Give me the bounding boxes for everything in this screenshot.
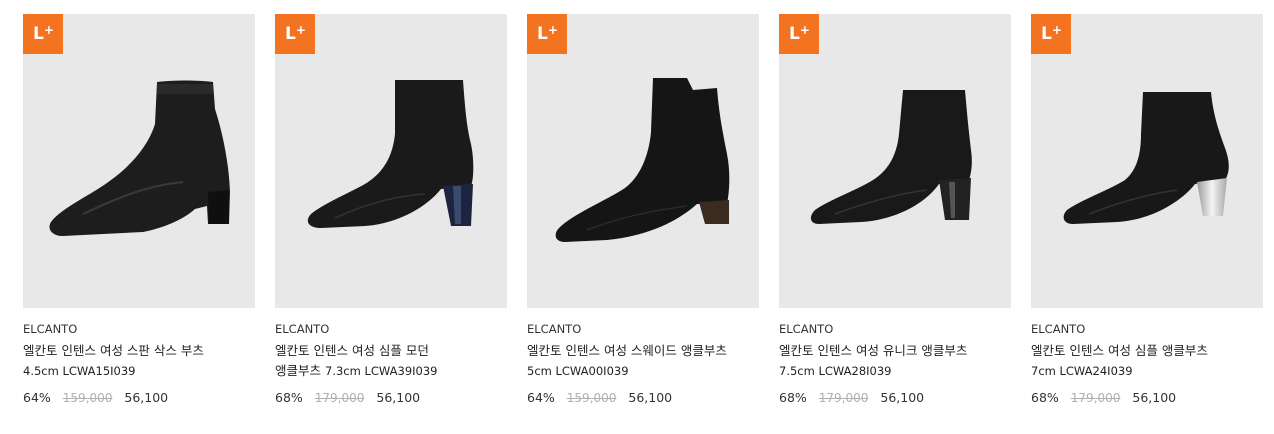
price-row: 68% 179,000 56,100 (1031, 390, 1263, 406)
product-name-link[interactable]: 엘칸토 인텐스 여성 심플 앵클부츠 7cm LCWA24I039 (1031, 341, 1231, 381)
product-name: 엘칸토 인텐스 여성 스웨이드 앵클부츠 (527, 343, 727, 358)
discount-rate: 68% (779, 390, 807, 405)
product-brand: ELCANTO (527, 322, 582, 336)
product-image-link[interactable]: L + (275, 14, 507, 308)
l-plus-badge: L + (23, 14, 63, 54)
sale-price: 56,100 (1132, 390, 1177, 405)
boot-image (1063, 92, 1229, 224)
product-card[interactable]: L + ELCANTO 엘칸토 인텐스 여성 유니크 앵클부츠 7.5cm LCW… (779, 14, 1011, 406)
product-name-link[interactable]: 엘칸토 인텐스 여성 스판 삭스 부츠 4.5cm LCWA15I039 (23, 341, 223, 381)
discount-rate: 68% (1031, 390, 1059, 405)
product-image-link[interactable]: L + (1031, 14, 1263, 308)
product-model: 7.5cm LCWA28I039 (779, 364, 892, 378)
l-plus-badge: L + (779, 14, 819, 54)
product-image-link[interactable]: L + (23, 14, 255, 308)
l-plus-badge: L + (527, 14, 567, 54)
discount-rate: 64% (527, 390, 555, 405)
price-row: 68% 179,000 56,100 (275, 390, 507, 406)
original-price: 179,000 (314, 391, 365, 405)
product-card[interactable]: L + ELCANTO 엘칸토 인텐스 여성 스웨이드 앵클부츠 5cm LCWA… (527, 14, 759, 406)
boot-image (555, 78, 730, 242)
product-brand: ELCANTO (275, 322, 330, 336)
product-brand: ELCANTO (779, 322, 834, 336)
l-plus-badge: L + (1031, 14, 1071, 54)
product-model: 4.5cm LCWA15I039 (23, 364, 136, 378)
boot-image (810, 90, 972, 224)
product-brand: ELCANTO (23, 322, 78, 336)
l-plus-badge: L + (275, 14, 315, 54)
product-image-link[interactable]: L + (527, 14, 759, 308)
sale-price: 56,100 (124, 390, 169, 405)
product-grid: L + ELCANTO 엘칸토 인텐스 여성 스판 삭스 부츠 4.5cm LCW… (0, 0, 1274, 434)
product-model: 7.3cm LCWA39I039 (325, 364, 438, 378)
product-name: 엘칸토 인텐스 여성 유니크 앵클부츠 (779, 343, 968, 358)
discount-rate: 68% (275, 390, 303, 405)
product-card[interactable]: L + ELCANTO 엘칸토 인텐스 여성 스판 삭스 부츠 4.5cm LCW… (23, 14, 255, 406)
original-price: 159,000 (566, 391, 617, 405)
product-brand: ELCANTO (1031, 322, 1086, 336)
sale-price: 56,100 (628, 390, 673, 405)
product-card[interactable]: L + ELCANTO 엘칸토 인텐스 여성 심플 앵클부츠 7cm LCWA24… (1031, 14, 1263, 406)
original-price: 179,000 (818, 391, 869, 405)
price-row: 64% 159,000 56,100 (23, 390, 255, 406)
sale-price: 56,100 (880, 390, 925, 405)
product-name: 엘칸토 인텐스 여성 스판 삭스 부츠 (23, 343, 204, 358)
product-name-link[interactable]: 엘칸토 인텐스 여성 유니크 앵클부츠 7.5cm LCWA28I039 (779, 341, 979, 381)
boot-image (307, 80, 474, 228)
product-model: 5cm LCWA00I039 (527, 364, 629, 378)
price-row: 68% 179,000 56,100 (779, 390, 1011, 406)
product-name-link[interactable]: 엘칸토 인텐스 여성 심플 모던 앵클부츠 7.3cm LCWA39I039 (275, 341, 475, 381)
product-name: 엘칸토 인텐스 여성 심플 앵클부츠 (1031, 343, 1208, 358)
price-row: 64% 159,000 56,100 (527, 390, 759, 406)
boot-image (49, 80, 230, 236)
product-image-link[interactable]: L + (779, 14, 1011, 308)
product-name-link[interactable]: 엘칸토 인텐스 여성 스웨이드 앵클부츠 5cm LCWA00I039 (527, 341, 727, 381)
product-model: 7cm LCWA24I039 (1031, 364, 1133, 378)
sale-price: 56,100 (376, 390, 421, 405)
product-card[interactable]: L + ELCANTO 엘칸토 인텐스 여성 심플 모던 앵클부츠 7.3cm L… (275, 14, 507, 406)
original-price: 159,000 (62, 391, 113, 405)
original-price: 179,000 (1070, 391, 1121, 405)
discount-rate: 64% (23, 390, 51, 405)
